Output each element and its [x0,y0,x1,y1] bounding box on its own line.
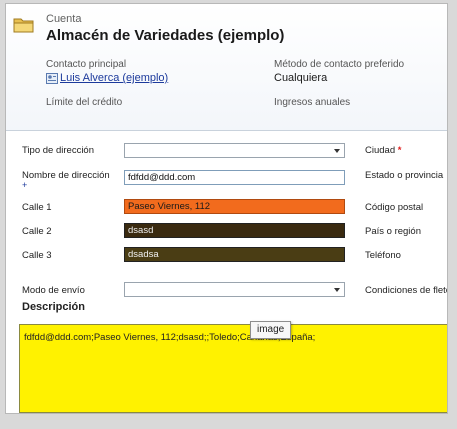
contact-card-icon [46,73,58,84]
street2-input[interactable]: dsasd [124,223,345,238]
chevron-down-icon [334,288,340,292]
state-label: Estado o provincia [365,170,444,181]
freight-terms-label: Condiciones de flete [365,285,448,296]
country-label: País o región [365,226,421,237]
phone-label: Teléfono [365,250,401,261]
address-name-input[interactable]: fdfdd@ddd.com [124,170,345,185]
shipping-method-select[interactable] [124,282,345,297]
city-label: Ciudad * [365,145,402,156]
description-textarea[interactable]: fdfdd@ddd.com;Paseo Viernes, 112;dsasd;;… [19,324,447,413]
record-header: Cuenta Almacén de Variedades (ejemplo) C… [6,4,447,130]
recommended-marker: + [22,180,28,190]
chevron-down-icon [334,149,340,153]
header-divider [6,130,447,131]
image-tooltip: image [250,321,292,339]
annual-income-label: Ingresos anuales [274,97,351,108]
primary-contact-label: Contacto principal [46,59,127,70]
description-section-title: Descripción [22,301,85,313]
street3-input[interactable]: dsadsa [124,247,345,262]
account-folder-icon [13,18,34,33]
primary-contact-link[interactable]: Luis Alverca (ejemplo) [60,72,168,84]
entity-type-label: Cuenta [46,13,82,25]
postal-code-label: Código postal [365,202,424,213]
record-title: Almacén de Variedades (ejemplo) [46,27,285,44]
preferred-contact-value: Cualquiera [274,72,328,84]
address-type-select[interactable] [124,143,345,158]
street1-input[interactable]: Paseo Viernes, 112 [124,199,345,214]
street2-label: Calle 2 [22,226,52,237]
address-type-label: Tipo de dirección [22,145,94,156]
shipping-method-label: Modo de envío [22,285,85,296]
preferred-contact-label: Método de contacto preferido [274,59,405,70]
address-name-label: Nombre de dirección [22,170,110,181]
form-window: Cuenta Almacén de Variedades (ejemplo) C… [5,3,448,414]
required-marker: * [397,145,402,156]
street1-label: Calle 1 [22,202,52,213]
street3-label: Calle 3 [22,250,52,261]
credit-limit-label: Límite del crédito [46,97,123,108]
